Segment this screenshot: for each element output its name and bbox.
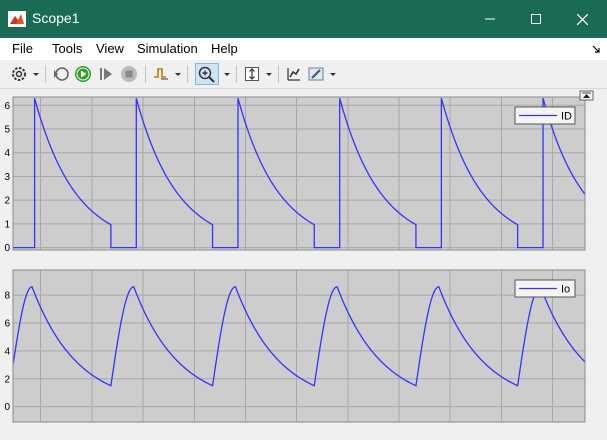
ytick-label: 2 (4, 374, 10, 385)
ytick-label: 5 (4, 125, 10, 136)
window-title: Scope1 (32, 10, 80, 26)
minimize-button[interactable] (467, 0, 513, 38)
step-forward-icon[interactable] (97, 65, 115, 83)
matlab-logo-icon (8, 11, 26, 27)
ytick-label: 6 (4, 101, 10, 112)
toolbar-separator (187, 65, 188, 83)
legend[interactable]: ID (514, 106, 576, 125)
zoom-in-button[interactable] (195, 63, 219, 85)
ytick-label: 1 (4, 219, 10, 230)
ytick-label: 4 (4, 346, 10, 357)
toolbar (0, 60, 607, 89)
ytick-label: 0 (4, 402, 10, 413)
legend-label: ID (561, 111, 572, 123)
axes-io[interactable]: 0 2 4 6 8 Io (4, 269, 586, 423)
close-button[interactable] (559, 0, 605, 38)
toolbar-separator (145, 65, 146, 83)
autoscale-icon[interactable] (243, 65, 261, 83)
plot-background (13, 97, 585, 250)
ytick-label: 8 (4, 291, 10, 302)
ytick-label: 3 (4, 172, 10, 183)
highlight-icon[interactable] (307, 65, 325, 83)
legend-label: Io (561, 284, 570, 296)
toolbar-separator (236, 65, 237, 83)
scope-display: 0 1 2 3 4 5 6 ID 0 2 4 6 8 Io (0, 89, 607, 435)
minimize-icon (485, 18, 495, 20)
menu-help[interactable]: Help (211, 41, 238, 56)
settings-dropdown-icon[interactable] (32, 67, 40, 81)
maximize-icon (531, 14, 541, 24)
stop-icon[interactable] (120, 65, 138, 83)
zoom-dropdown-icon[interactable] (223, 67, 231, 81)
ytick-label: 6 (4, 318, 10, 329)
menu-view[interactable]: View (96, 41, 124, 56)
settings-icon[interactable] (10, 65, 28, 83)
undock-arrow-icon[interactable] (591, 44, 601, 54)
menu-file[interactable]: File (12, 41, 33, 56)
highlight-dropdown-icon[interactable] (329, 67, 337, 81)
axes-id[interactable]: 0 1 2 3 4 5 6 ID (4, 96, 586, 254)
ytick-label: 4 (4, 148, 10, 159)
ytick-label: 0 (4, 243, 10, 254)
plot-background (13, 270, 585, 422)
ytick-label: 2 (4, 196, 10, 207)
menu-bar: File Tools View Simulation Help (0, 38, 607, 60)
zoom-in-icon (198, 66, 215, 83)
undock-axes-button[interactable] (579, 90, 594, 101)
scope-plots[interactable]: 0 1 2 3 4 5 6 ID 0 2 4 6 8 Io (0, 89, 607, 435)
toolbar-separator (278, 65, 279, 83)
run-icon[interactable] (74, 65, 92, 83)
cursor-measure-icon[interactable] (285, 65, 303, 83)
legend[interactable]: Io (514, 279, 576, 298)
close-icon (577, 14, 588, 25)
title-bar: Scope1 (0, 0, 607, 38)
menu-tools[interactable]: Tools (52, 41, 82, 56)
maximize-button[interactable] (513, 0, 559, 38)
autoscale-dropdown-icon[interactable] (265, 67, 273, 81)
step-back-icon[interactable] (52, 65, 70, 83)
toolbar-separator (45, 65, 46, 83)
triggers-icon[interactable] (152, 65, 170, 83)
triggers-dropdown-icon[interactable] (174, 67, 182, 81)
menu-simulation[interactable]: Simulation (137, 41, 198, 56)
